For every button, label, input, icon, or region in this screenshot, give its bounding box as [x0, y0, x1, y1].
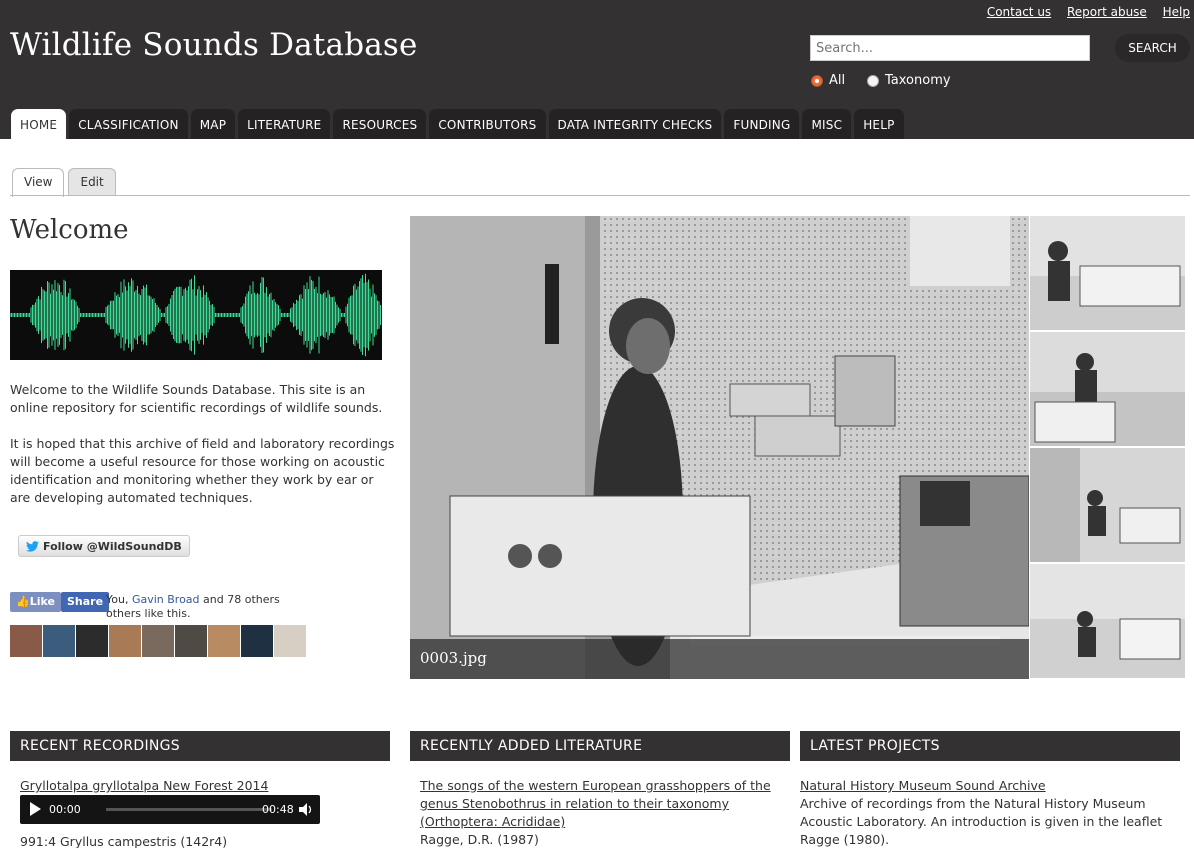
- nav-tab-classification[interactable]: CLASSIFICATION: [69, 109, 188, 139]
- search-input[interactable]: [810, 35, 1090, 61]
- twitter-follow-button[interactable]: Follow @WildSoundDB: [18, 535, 190, 557]
- avatar[interactable]: [274, 625, 306, 657]
- intro-paragraph-1: Welcome to the Wildlife Sounds Database.…: [10, 382, 383, 415]
- literature-list: The songs of the western European grassh…: [420, 777, 780, 848]
- audio-player[interactable]: 00:00 00:48: [20, 795, 320, 824]
- twitter-follow-label: Follow @WildSoundDB: [43, 539, 182, 553]
- facebook-like-label: Like: [29, 595, 55, 608]
- audio-duration: 00:48: [262, 803, 294, 816]
- avatar[interactable]: [142, 625, 174, 657]
- literature-link[interactable]: The songs of the western European grassh…: [420, 778, 771, 829]
- nav-tab-home[interactable]: HOME: [11, 109, 67, 139]
- slideshow-thumbnail[interactable]: [1030, 332, 1185, 446]
- facebook-share-button[interactable]: Share: [61, 592, 110, 612]
- projects-list: Natural History Museum Sound Archive Arc…: [800, 777, 1170, 848]
- nav-tab-contributors[interactable]: CONTRIBUTORS: [429, 109, 546, 139]
- project-link[interactable]: Natural History Museum Sound Archive: [800, 778, 1046, 793]
- search-button[interactable]: SEARCH: [1115, 34, 1190, 62]
- caption-bar: 0003.jpg: [410, 639, 1029, 679]
- page-tabs: View Edit: [12, 168, 116, 197]
- slideshow-thumbnail[interactable]: [1030, 448, 1185, 562]
- nav-tab-map[interactable]: MAP: [190, 109, 236, 139]
- avatar[interactable]: [208, 625, 240, 657]
- thumbnail-photo: [1030, 332, 1185, 446]
- thumbnail-photo: [1030, 448, 1185, 562]
- literature-author: Ragge, D.R. (1987): [420, 832, 539, 847]
- slideshow-thumbnail[interactable]: [1030, 216, 1185, 330]
- slideshow-main-image[interactable]: 0003.jpg: [410, 216, 1029, 679]
- nav-tab-literature[interactable]: LITERATURE: [238, 109, 331, 139]
- avatar[interactable]: [175, 625, 207, 657]
- scope-label-taxonomy: Taxonomy: [885, 73, 951, 88]
- audio-current-time: 00:00: [49, 803, 81, 816]
- intro-paragraph-2: It is hoped that this archive of field a…: [10, 436, 395, 505]
- avatar[interactable]: [109, 625, 141, 657]
- thumbnail-photo: [1030, 564, 1185, 678]
- facebook-faces: [10, 625, 306, 657]
- recently-added-literature-heading: RECENTLY ADDED LITERATURE: [410, 731, 790, 761]
- scope-radio-taxonomy[interactable]: Taxonomy: [867, 73, 951, 88]
- recent-recordings-heading: RECENT RECORDINGS: [10, 731, 390, 761]
- audio-progress-bar[interactable]: [106, 808, 272, 811]
- recording-item-2: 991:4 Gryllus campestris (142r4): [20, 833, 390, 848]
- scope-label-all: All: [829, 73, 846, 88]
- twitter-bird-icon: [26, 540, 39, 552]
- nav-tab-misc[interactable]: MISC: [802, 109, 852, 139]
- avatar[interactable]: [76, 625, 108, 657]
- volume-icon[interactable]: [299, 803, 314, 819]
- recent-recordings-list: Gryllotalpa gryllotalpa New Forest 2014: [20, 777, 390, 795]
- slideshow-caption: 0003.jpg: [420, 649, 487, 667]
- site-title[interactable]: Wildlife Sounds Database: [10, 27, 418, 63]
- laboratory-photo: [410, 216, 1029, 679]
- tab-view[interactable]: View: [12, 168, 65, 197]
- thumbnail-photo: [1030, 216, 1185, 330]
- tab-edit[interactable]: Edit: [68, 168, 116, 196]
- main-nav: HOME CLASSIFICATION MAP LITERATURE RESOU…: [11, 109, 904, 139]
- latest-projects-heading: LATEST PROJECTS: [800, 731, 1180, 761]
- project-description: Archive of recordings from the Natural H…: [800, 796, 1163, 847]
- scope-radio-all[interactable]: All: [811, 73, 845, 88]
- recording-link[interactable]: Gryllotalpa gryllotalpa New Forest 2014: [20, 778, 268, 793]
- nav-tab-help[interactable]: HELP: [854, 109, 904, 139]
- site-header: Contact us Report abuse Help Wildlife So…: [0, 0, 1194, 139]
- recording-link[interactable]: 991:4 Gryllus campestris (142r4): [20, 834, 227, 848]
- play-icon[interactable]: [29, 802, 41, 819]
- report-abuse-link[interactable]: Report abuse: [1067, 5, 1147, 19]
- thumbs-up-icon: 👍: [16, 595, 30, 608]
- waveform-graphic: [9, 273, 381, 357]
- radio-unselected-icon[interactable]: [867, 74, 879, 87]
- facebook-like-button[interactable]: 👍Like: [10, 592, 61, 612]
- waveform-banner-image: [9, 270, 382, 360]
- intro-text: Welcome to the Wildlife Sounds Database.…: [10, 381, 395, 525]
- contact-us-link[interactable]: Contact us: [987, 5, 1051, 19]
- page-title: Welcome: [10, 215, 129, 245]
- facebook-text-prefix: You,: [106, 593, 132, 606]
- radio-selected-icon[interactable]: [811, 74, 823, 87]
- nav-tab-funding[interactable]: FUNDING: [724, 109, 800, 139]
- slideshow-thumbnail[interactable]: [1030, 564, 1185, 678]
- facebook-friend-link[interactable]: Gavin Broad: [132, 593, 200, 606]
- avatar[interactable]: [241, 625, 273, 657]
- avatar[interactable]: [43, 625, 75, 657]
- avatar[interactable]: [10, 625, 42, 657]
- top-links: Contact us Report abuse Help: [975, 5, 1190, 19]
- nav-tab-data-integrity-checks[interactable]: DATA INTEGRITY CHECKS: [548, 109, 722, 139]
- help-link[interactable]: Help: [1163, 5, 1190, 19]
- tab-divider: [10, 195, 1190, 196]
- facebook-social-text: You, Gavin Broad and 78 others others li…: [106, 593, 306, 621]
- nav-tab-resources[interactable]: RESOURCES: [333, 109, 427, 139]
